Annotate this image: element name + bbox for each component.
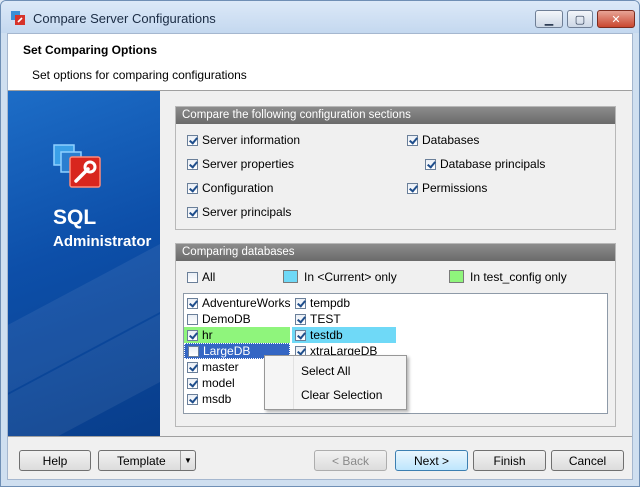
sql-administrator-logo-icon bbox=[53, 144, 101, 188]
checkbox-permissions[interactable]: Permissions bbox=[407, 181, 487, 195]
legend-current-only: In <Current> only bbox=[304, 270, 397, 284]
checkbox-box[interactable] bbox=[187, 134, 198, 146]
page-subtitle: Set options for comparing configurations bbox=[32, 68, 247, 82]
sidebar-banner: SQL Administrator bbox=[8, 91, 160, 436]
template-button-label: Template bbox=[117, 453, 166, 468]
checkbox-box[interactable] bbox=[295, 313, 306, 325]
list-item[interactable]: tempdb bbox=[292, 295, 396, 311]
checkbox-box[interactable] bbox=[187, 329, 198, 341]
app-icon bbox=[11, 11, 25, 25]
checkbox-box[interactable] bbox=[425, 158, 436, 170]
footer-divider bbox=[8, 436, 632, 437]
logo-text-sql: SQL bbox=[53, 206, 97, 229]
maximize-button[interactable]: ▢ bbox=[567, 10, 593, 28]
close-button[interactable]: ✕ bbox=[597, 10, 635, 28]
wizard-header: Set Comparing Options Set options for co… bbox=[8, 34, 632, 91]
checkbox-box[interactable] bbox=[295, 297, 306, 309]
next-button[interactable]: Next > bbox=[395, 450, 468, 471]
template-button[interactable]: Template ▼ bbox=[98, 450, 196, 471]
config-sections-group-title: Compare the following configuration sect… bbox=[176, 107, 615, 124]
checkbox-database-principals[interactable]: Database principals bbox=[425, 157, 545, 171]
menu-item-select-all[interactable]: Select All bbox=[301, 364, 350, 378]
checkbox-all-databases[interactable]: All bbox=[187, 270, 215, 284]
checkbox-configuration[interactable]: Configuration bbox=[187, 181, 273, 195]
checkbox-box[interactable] bbox=[187, 377, 198, 389]
logo-text-administrator: Administrator bbox=[53, 233, 152, 250]
wizard-client: Set Comparing Options Set options for co… bbox=[7, 33, 633, 480]
checkbox-server-properties[interactable]: Server properties bbox=[187, 157, 294, 171]
checkbox-box[interactable] bbox=[187, 297, 198, 309]
window-title: Compare Server Configurations bbox=[33, 11, 216, 26]
list-item[interactable]: hr bbox=[184, 327, 290, 343]
legend-swatch-current bbox=[283, 270, 298, 283]
checkbox-box[interactable] bbox=[188, 345, 199, 357]
back-button[interactable]: < Back bbox=[314, 450, 387, 471]
checkbox-box[interactable] bbox=[407, 182, 418, 194]
checkbox-box[interactable] bbox=[187, 361, 198, 373]
checkbox-server-principals[interactable]: Server principals bbox=[187, 205, 291, 219]
comparing-databases-group-title: Comparing databases bbox=[176, 244, 615, 261]
cancel-button[interactable]: Cancel bbox=[551, 450, 624, 471]
context-menu: Select All Clear Selection bbox=[264, 355, 407, 410]
chevron-down-icon[interactable]: ▼ bbox=[180, 451, 195, 470]
maximize-icon: ▢ bbox=[574, 13, 586, 26]
checkbox-box[interactable] bbox=[187, 182, 198, 194]
context-menu-gutter bbox=[293, 356, 294, 409]
checkbox-server-information[interactable]: Server information bbox=[187, 133, 300, 147]
legend-swatch-test bbox=[449, 270, 464, 283]
page-title: Set Comparing Options bbox=[23, 43, 158, 57]
finish-button[interactable]: Finish bbox=[473, 450, 546, 471]
checkbox-box[interactable] bbox=[187, 271, 198, 283]
list-item[interactable]: TEST bbox=[292, 311, 396, 327]
title-bar[interactable]: Compare Server Configurations ▁ ▢ ✕ bbox=[1, 1, 639, 33]
checkbox-box[interactable] bbox=[187, 313, 198, 325]
list-item[interactable]: DemoDB bbox=[184, 311, 290, 327]
checkbox-box[interactable] bbox=[407, 134, 418, 146]
checkbox-box[interactable] bbox=[187, 206, 198, 218]
wizard-window: Compare Server Configurations ▁ ▢ ✕ Set … bbox=[0, 0, 640, 487]
minimize-button[interactable]: ▁ bbox=[535, 10, 563, 28]
checkbox-databases[interactable]: Databases bbox=[407, 133, 479, 147]
close-icon: ✕ bbox=[611, 13, 621, 26]
checkbox-box[interactable] bbox=[187, 158, 198, 170]
menu-item-clear-selection[interactable]: Clear Selection bbox=[301, 388, 382, 402]
list-item[interactable]: AdventureWorks bbox=[184, 295, 290, 311]
config-sections-group: Compare the following configuration sect… bbox=[175, 106, 616, 230]
checkbox-box[interactable] bbox=[187, 393, 198, 405]
legend-test-only: In test_config only bbox=[470, 270, 567, 284]
help-button[interactable]: Help bbox=[19, 450, 91, 471]
checkbox-box[interactable] bbox=[295, 329, 306, 341]
list-item[interactable]: testdb bbox=[292, 327, 396, 343]
minimize-icon: ▁ bbox=[544, 13, 554, 26]
